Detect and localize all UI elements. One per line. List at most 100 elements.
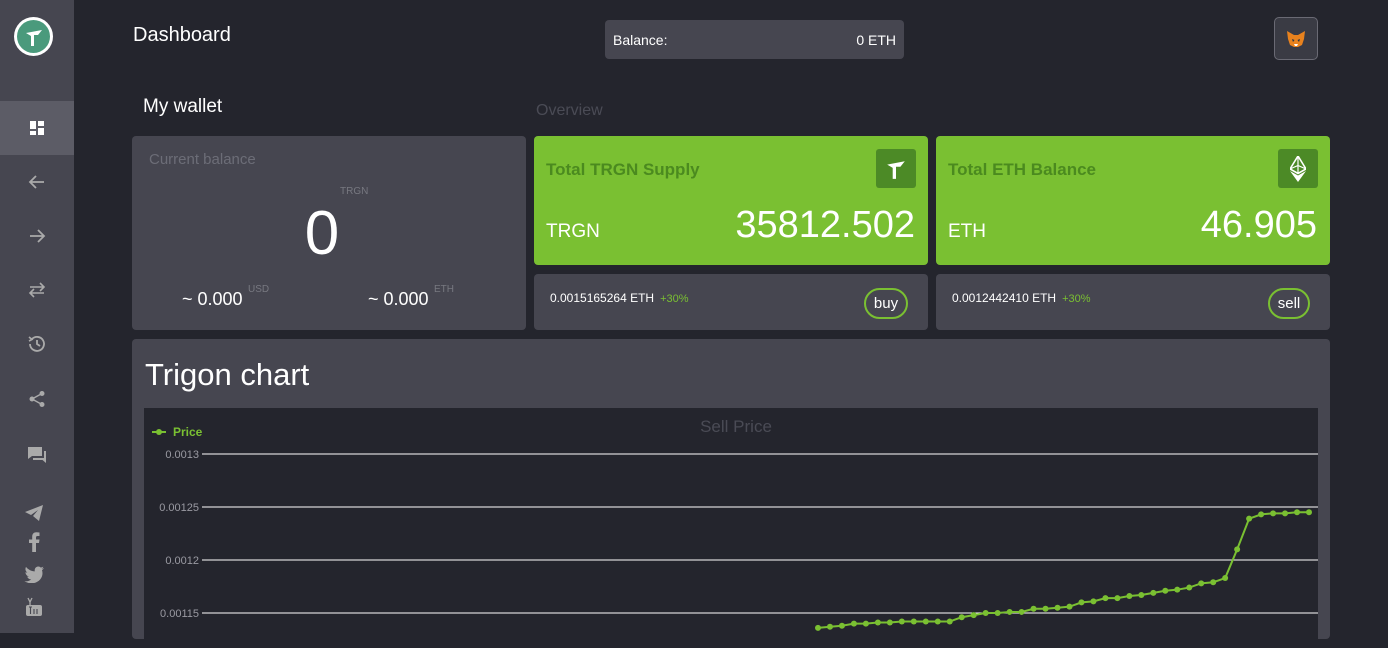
price-point xyxy=(1114,595,1121,602)
total-eth-title: Total ETH Balance xyxy=(948,160,1096,179)
price-point xyxy=(1078,599,1085,606)
price-point xyxy=(862,620,869,627)
price-point xyxy=(1198,580,1205,587)
trigon-logo[interactable] xyxy=(14,17,53,56)
price-point xyxy=(910,618,917,625)
price-point xyxy=(1246,515,1253,522)
price-point xyxy=(815,624,821,631)
buy-price-card: 0.0015165264 ETH +30% buy xyxy=(534,274,928,330)
legend-marker xyxy=(156,429,162,435)
trigon-chart-heading: Trigon chart xyxy=(145,357,310,392)
nav-history[interactable] xyxy=(0,317,74,371)
y-tick-label: 0.00115 xyxy=(160,608,199,620)
price-point xyxy=(1066,603,1073,610)
price-point xyxy=(874,619,881,626)
nav-send[interactable] xyxy=(0,209,74,263)
price-point xyxy=(1294,509,1301,516)
price-point xyxy=(1054,604,1061,611)
nav-dashboard[interactable] xyxy=(0,101,74,155)
price-point xyxy=(1270,510,1277,517)
nav-support[interactable] xyxy=(0,428,74,482)
price-series-line xyxy=(817,511,1309,629)
price-point xyxy=(1306,509,1312,516)
price-point xyxy=(1018,608,1025,615)
price-point xyxy=(934,618,941,625)
price-point xyxy=(1174,586,1181,593)
price-point xyxy=(898,618,905,625)
price-point xyxy=(1006,608,1013,615)
price-point xyxy=(1126,593,1133,600)
total-eth-card: Total ETH Balance ETH 46.905 xyxy=(936,136,1330,265)
buy-price: 0.0015165264 ETH +30% xyxy=(550,291,689,305)
price-point xyxy=(1210,579,1217,586)
chat-icon xyxy=(28,447,46,463)
arrow-left-icon xyxy=(28,175,44,189)
wallet-usd-value: ~ 0.000 xyxy=(182,289,243,309)
price-point xyxy=(1102,595,1109,602)
price-point xyxy=(994,610,1001,616)
trigon-logo-icon xyxy=(17,20,50,53)
wallet-balance-value: 0 xyxy=(304,199,340,268)
price-point xyxy=(1222,575,1229,582)
twitter-icon xyxy=(24,566,44,583)
sell-button[interactable]: sell xyxy=(1268,288,1310,319)
balance-value: 0 ETH xyxy=(856,31,896,48)
swap-icon xyxy=(28,282,46,298)
youtube-icon xyxy=(26,597,42,616)
telegram-icon xyxy=(25,505,43,521)
buy-price-change: +30% xyxy=(660,293,689,305)
overview-title: Overview xyxy=(536,102,603,119)
ethereum-icon xyxy=(1278,149,1318,188)
total-eth-value: 46.905 xyxy=(1200,204,1317,246)
price-chart: Sell Price 0.0013 0.00125 0.0012 0.00115 Pric… xyxy=(144,408,1318,648)
my-wallet-title: My wallet xyxy=(143,96,223,117)
price-point xyxy=(1090,598,1097,605)
page-title: Dashboard xyxy=(133,24,231,46)
dashboard-icon xyxy=(30,121,44,135)
telegram-link[interactable] xyxy=(24,503,44,523)
sell-price: 0.0012442410 ETH +30% xyxy=(952,291,1091,305)
total-supply-value: 35812.502 xyxy=(735,204,915,246)
wallet-eth-unit: ETH xyxy=(434,284,454,295)
nav-exchange[interactable] xyxy=(0,263,74,317)
sidebar xyxy=(0,0,74,633)
facebook-icon xyxy=(29,532,40,552)
metamask-fox-icon xyxy=(1287,30,1305,47)
y-tick-label: 0.0012 xyxy=(165,555,199,567)
wallet-card: Current balance TRGN 0 ~ 0.000 USD ~ 0.0… xyxy=(132,136,526,330)
price-point xyxy=(1162,587,1169,594)
sell-price-value: 0.0012442410 ETH xyxy=(952,291,1057,305)
price-point xyxy=(1234,546,1241,553)
sell-price-change: +30% xyxy=(1062,293,1091,305)
twitter-link[interactable] xyxy=(24,564,44,584)
price-point xyxy=(970,612,977,619)
price-point xyxy=(982,610,989,616)
total-eth-unit: ETH xyxy=(948,221,986,242)
nav-receive[interactable] xyxy=(0,155,74,209)
total-supply-unit: TRGN xyxy=(546,221,600,242)
youtube-link[interactable] xyxy=(24,597,44,617)
y-tick-label: 0.0013 xyxy=(165,449,199,461)
metamask-button[interactable] xyxy=(1274,17,1318,60)
total-supply-card: Total TRGN Supply TRGN 35812.502 xyxy=(534,136,928,265)
sell-price-card: 0.0012442410 ETH +30% sell xyxy=(936,274,1330,330)
price-point xyxy=(1186,584,1193,591)
price-point xyxy=(922,618,929,625)
price-point xyxy=(1150,589,1157,596)
wallet-unit: TRGN xyxy=(340,186,369,197)
share-icon xyxy=(29,391,45,407)
header-balance: Balance: 0 ETH xyxy=(605,20,904,59)
price-point xyxy=(838,622,845,629)
total-supply-title: Total TRGN Supply xyxy=(546,160,700,179)
nav-referral[interactable] xyxy=(0,372,74,426)
price-point xyxy=(946,618,953,625)
balance-label: Balance: xyxy=(613,31,668,48)
price-point xyxy=(1042,605,1049,612)
trigon-icon xyxy=(876,149,916,188)
buy-button[interactable]: buy xyxy=(864,288,908,319)
trigon-chart-card: Trigon chart Sell Price 0.0013 0.00125 0.00… xyxy=(132,339,1330,648)
wallet-usd-unit: USD xyxy=(248,284,270,295)
facebook-link[interactable] xyxy=(24,532,44,552)
legend-label: Price xyxy=(173,425,203,439)
arrow-right-icon xyxy=(30,229,46,243)
